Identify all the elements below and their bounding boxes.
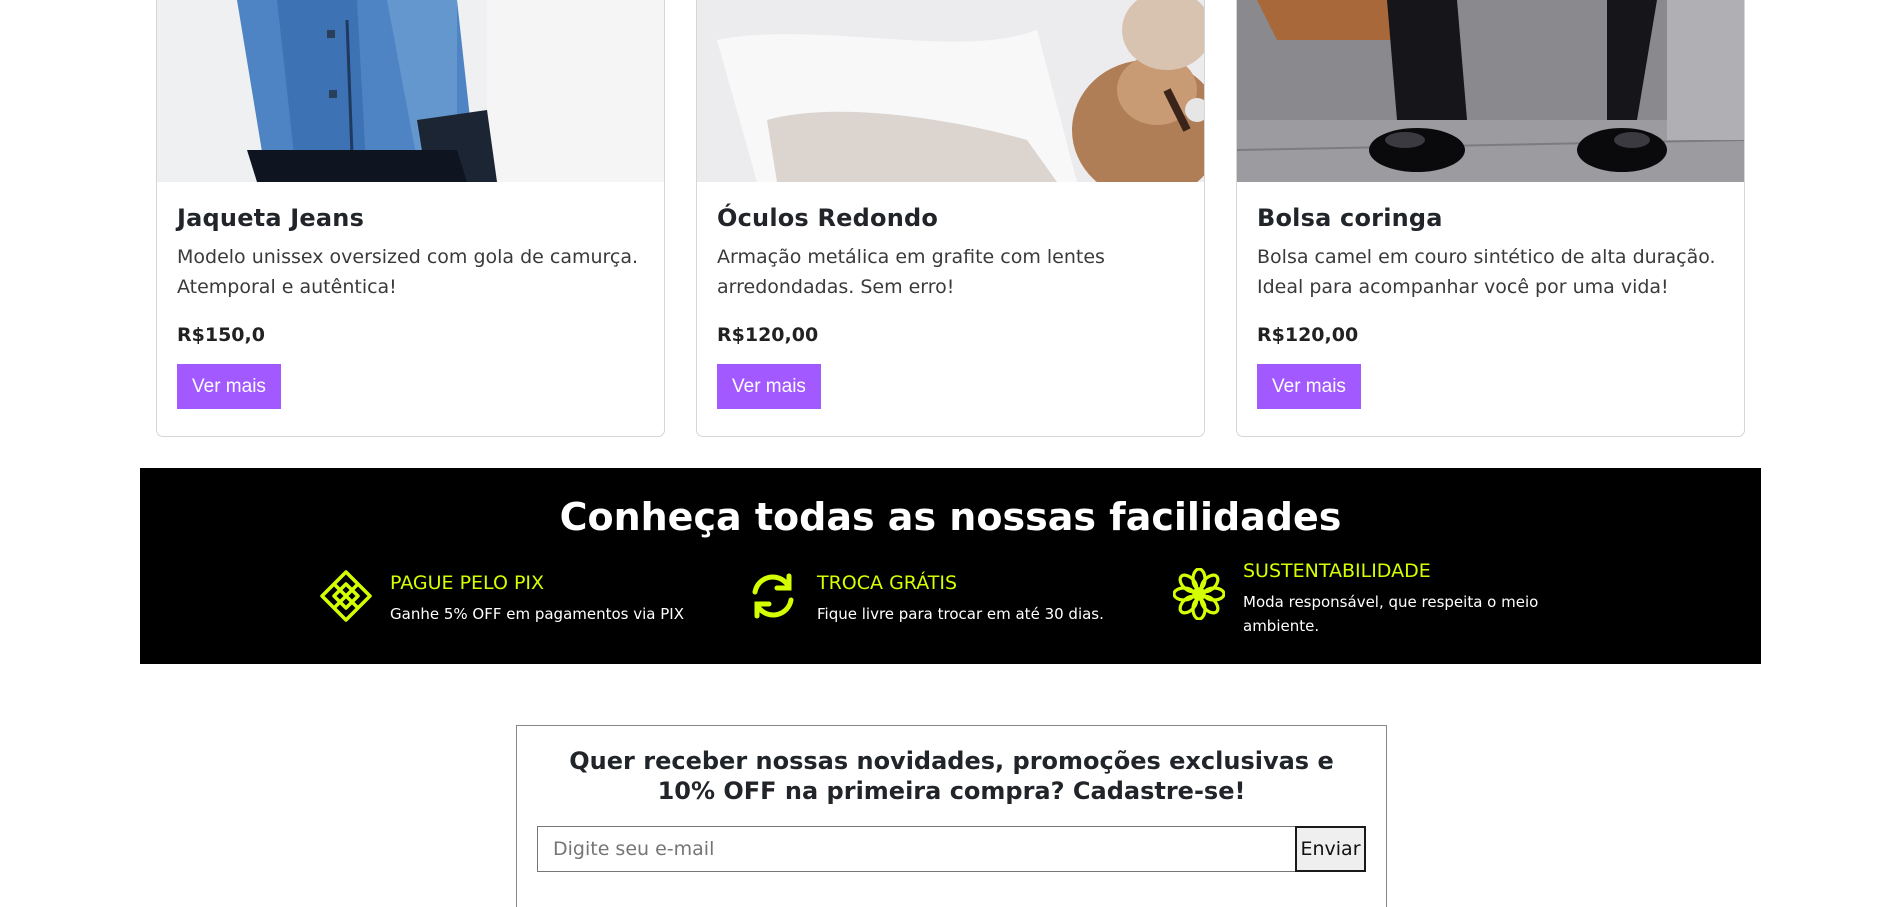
email-input[interactable] [537,826,1295,872]
product-body-oculos: Óculos Redondo Armação metálica em grafi… [717,200,1186,409]
product-price: R$120,00 [1257,324,1359,346]
facilities-section: Conheça todas as nossas facilidades PAGU… [140,468,1761,664]
product-card-bolsa: Bolsa coringa Bolsa camel em couro sinté… [1236,0,1745,437]
feature-description: Ganhe 5% OFF em pagamentos via PIX [390,605,684,623]
product-description: Armação metálica em grafite com lentes a… [717,246,1105,298]
feature-title: SUSTENTABILIDADE [1243,560,1431,582]
product-cards: Jaqueta Jeans Modelo unissex oversized c… [156,0,1746,437]
product-title: Bolsa coringa [1257,204,1443,232]
product-price: R$120,00 [717,324,819,346]
flower-icon [1172,567,1226,621]
pix-icon [320,570,372,622]
product-body-jaqueta: Jaqueta Jeans Modelo unissex oversized c… [177,200,646,409]
product-description: Modelo unissex oversized com gola de cam… [177,246,639,298]
feature-description: Fique livre para trocar em até 30 dias. [817,605,1104,623]
submit-button[interactable]: Enviar [1295,826,1366,872]
product-description: Bolsa camel em couro sintético de alta d… [1257,246,1716,298]
ver-mais-button[interactable]: Ver mais [717,364,821,409]
product-image-oculos[interactable] [697,0,1204,182]
exchange-icon [747,570,799,622]
feature-description: Moda responsável, que respeita o meio am… [1243,593,1539,635]
product-title: Jaqueta Jeans [177,204,365,232]
newsletter-box: Quer receber nossas novidades, promoções… [516,725,1387,907]
ver-mais-button[interactable]: Ver mais [1257,364,1361,409]
newsletter-form: Enviar [537,826,1366,872]
feature-title: TROCA GRÁTIS [817,572,958,594]
product-image-jaqueta[interactable] [157,0,664,182]
feature-title: PAGUE PELO PIX [390,572,545,594]
product-title: Óculos Redondo [717,204,939,232]
product-card-oculos: Óculos Redondo Armação metálica em grafi… [696,0,1205,437]
product-body-bolsa: Bolsa coringa Bolsa camel em couro sinté… [1257,200,1726,409]
ver-mais-button[interactable]: Ver mais [177,364,281,409]
product-price: R$150,0 [177,324,265,346]
facilities-title: Conheça todas as nossas facilidades [559,495,1342,539]
newsletter-title: Quer receber nossas novidades, promoções… [569,747,1334,805]
product-image-bolsa[interactable] [1237,0,1744,182]
product-card-jaqueta: Jaqueta Jeans Modelo unissex oversized c… [156,0,665,437]
